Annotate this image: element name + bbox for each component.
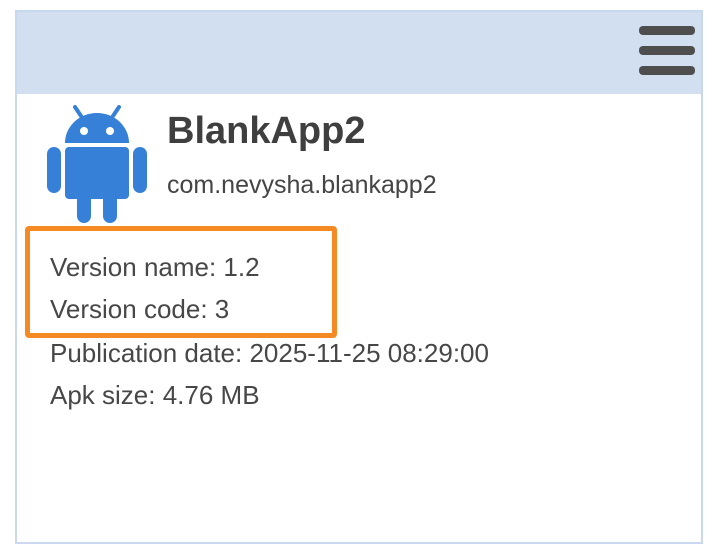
app-name: BlankApp2 [167,110,366,152]
app-card: BlankApp2 com.nevysha.blankapp2 Version … [15,10,703,544]
menu-bar [639,26,695,35]
publication-date: Publication date: 2025-11-25 08:29:00 [50,338,489,368]
card-header [17,12,701,94]
menu-bar [639,46,695,55]
version-highlight-box [25,226,337,338]
menu-bar [639,66,695,75]
package-name: com.nevysha.blankapp2 [167,171,437,199]
hamburger-menu-icon[interactable] [639,26,695,78]
android-icon [47,105,147,223]
apk-size: Apk size: 4.76 MB [50,380,260,410]
